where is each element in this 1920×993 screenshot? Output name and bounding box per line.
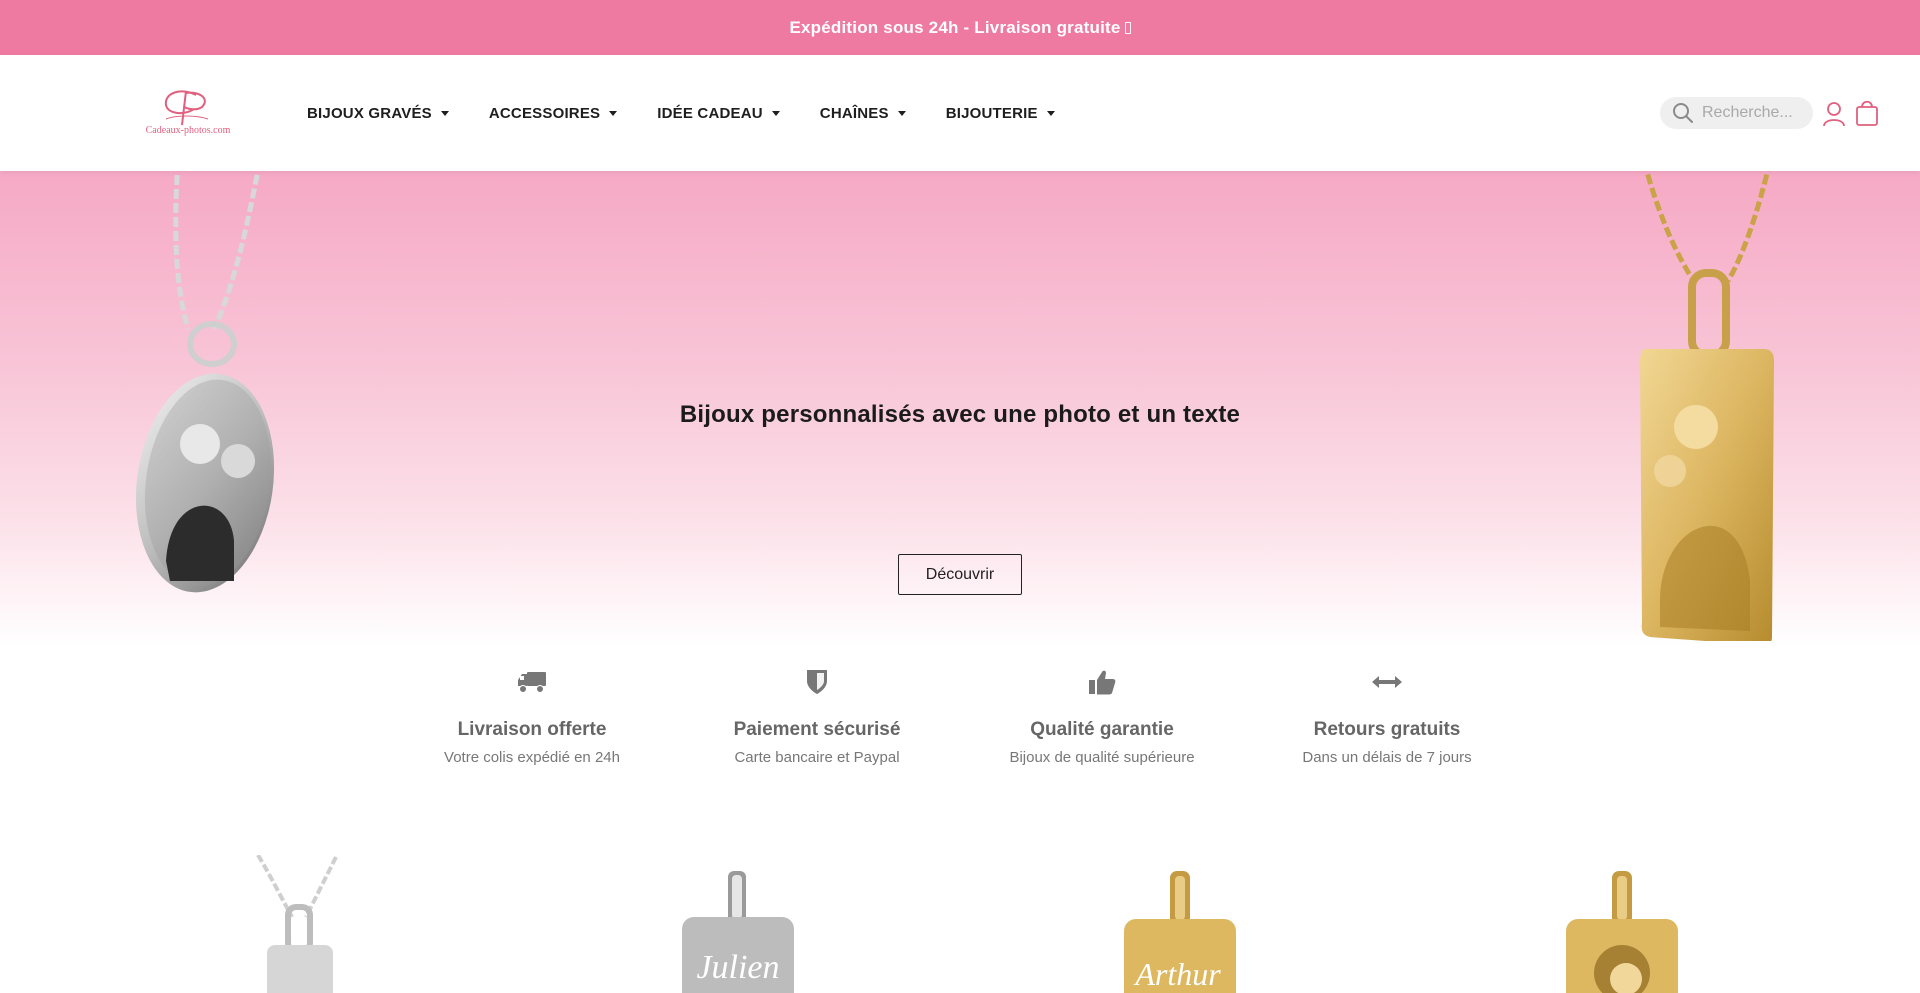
features-strip: Livraison offerte Votre colis expédié en… — [0, 665, 1920, 785]
engraving-text: Arthur — [1133, 956, 1221, 992]
arrows-horizontal-icon — [1372, 676, 1402, 688]
feature-title: Qualité garantie — [1030, 719, 1174, 740]
truck-icon — [518, 672, 546, 693]
promo-text: Expédition sous 24h - Livraison gratuite — [789, 17, 1121, 37]
nav-item-label: IDÉE CADEAU — [657, 104, 763, 122]
search-icon[interactable] — [1672, 102, 1694, 124]
feature-free-returns: Retours gratuits Dans un délais de 7 jou… — [1267, 665, 1507, 766]
silver-oval-pendant-image — [135, 171, 275, 593]
silver-engraved-tag-image: Julien — [682, 871, 794, 993]
feature-title: Retours gratuits — [1313, 719, 1461, 740]
nav-item-label: BIJOUX GRAVÉS — [307, 104, 432, 122]
site-header: Cadeaux-photos.com BIJOUX GRAVÉS ACCESSO… — [0, 55, 1920, 171]
shopping-bag-icon[interactable] — [1855, 99, 1879, 127]
product-gold-photo-tag-image[interactable] — [1556, 855, 1686, 993]
nav-item-accessoires[interactable]: ACCESSOIRES — [488, 104, 618, 122]
caret-down-icon — [440, 110, 449, 116]
hero-banner: Bijoux personnalisés avec une photo et u… — [0, 171, 1920, 645]
feature-title: Paiement sécurisé — [733, 719, 901, 740]
nav-item-bijouterie[interactable]: BIJOUTERIE — [946, 105, 1055, 122]
feature-free-delivery: Livraison offerte Votre colis expédié en… — [412, 665, 652, 766]
feature-subtitle: Votre colis expédié en 24h — [444, 749, 620, 766]
placeholder-glyph-icon — [1124, 21, 1131, 34]
nav-item-label: ACCESSOIRES — [488, 104, 601, 122]
shield-icon — [807, 670, 827, 694]
caret-down-icon — [771, 110, 780, 116]
feature-subtitle: Carte bancaire et Paypal — [734, 749, 900, 766]
product-silver-tag-image[interactable] — [250, 855, 350, 993]
nav-item-label: BIJOUTERIE — [945, 104, 1038, 122]
logo-mark-icon — [164, 90, 209, 126]
caret-down-icon — [1046, 110, 1055, 116]
gold-engraved-tag-image: Arthur — [1124, 871, 1236, 993]
engraving-text: Julien — [696, 949, 779, 986]
product-silver-engraved-tag[interactable]: Julien — [672, 855, 802, 993]
hero-title: Bijoux personnalisés avec une photo et u… — [679, 401, 1241, 428]
search-input[interactable] — [1702, 104, 1802, 122]
nav-item-chaines[interactable]: CHAÎNES — [820, 105, 906, 122]
caret-down-icon — [609, 110, 618, 116]
logo-text: Cadeaux-photos.com — [145, 125, 231, 136]
search-box[interactable] — [1660, 97, 1813, 129]
thumbs-up-icon — [1089, 670, 1116, 695]
promo-bar: Expédition sous 24h - Livraison gratuite — [0, 0, 1920, 55]
caret-down-icon — [897, 110, 906, 116]
feature-secure-payment: Paiement sécurisé Carte bancaire et Payp… — [697, 665, 937, 766]
discover-button[interactable]: Découvrir — [898, 554, 1022, 595]
nav-item-label: CHAÎNES — [819, 104, 889, 122]
main-nav: BIJOUX GRAVÉS ACCESSOIRES IDÉE CADEAU CH… — [307, 55, 1095, 171]
user-account-icon[interactable] — [1822, 101, 1846, 127]
feature-subtitle: Dans un délais de 7 jours — [1302, 749, 1472, 766]
feature-title: Livraison offerte — [457, 719, 607, 740]
nav-item-bijoux-graves[interactable]: BIJOUX GRAVÉS — [307, 105, 449, 122]
feature-subtitle: Bijoux de qualité supérieure — [1009, 749, 1195, 766]
feature-quality: Qualité garantie Bijoux de qualité supér… — [982, 665, 1222, 766]
products-row: Julien Arthur — [0, 855, 1920, 993]
site-logo[interactable]: Cadeaux-photos.com — [136, 85, 240, 139]
product-gold-engraved-tag[interactable]: Arthur — [1114, 855, 1244, 993]
nav-item-idee-cadeau[interactable]: IDÉE CADEAU — [657, 105, 780, 122]
